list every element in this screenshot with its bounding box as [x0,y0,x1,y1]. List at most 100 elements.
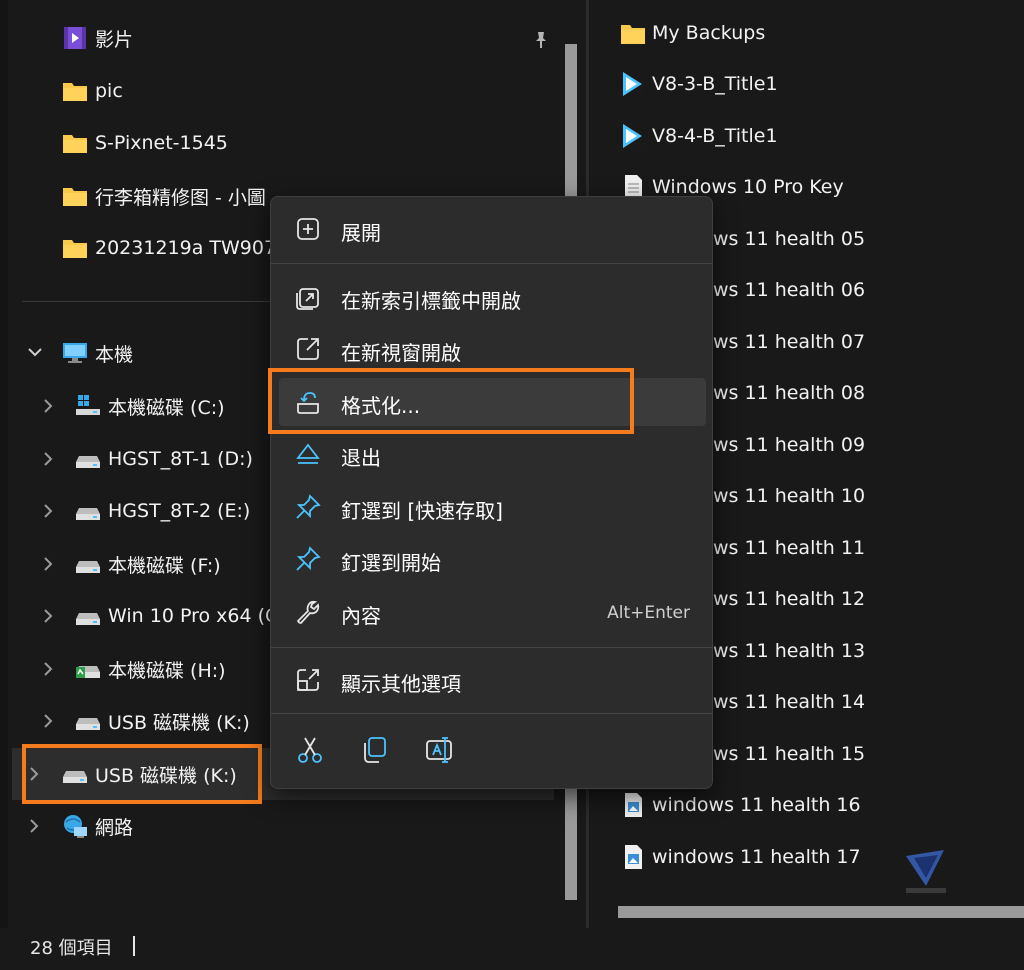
computer-icon [63,343,87,363]
cut-icon[interactable] [295,735,325,765]
nav-item-label: USB 磁碟機 (K:) [108,711,250,734]
menu-item-properties[interactable]: 內容 Alt+Enter [279,588,706,636]
file-name: ws 11 health 15 [713,743,866,765]
pin-icon [296,494,321,519]
drive-icon [76,508,100,520]
file-name: ws 11 health 06 [713,279,866,301]
chevron-right-icon[interactable] [42,661,54,677]
expand-plus-icon [297,218,319,240]
nav-item-label: 本機 [95,343,134,366]
file-name: windows 11 health 16 [652,794,861,816]
menu-item-label: 在新視窗開啟 [341,341,461,365]
chevron-right-icon[interactable] [42,556,54,572]
menu-item-shortcut: Alt+Enter [607,603,690,623]
menu-item-pin-quick-access[interactable]: 釘選到 [快速存取] [279,483,706,531]
copy-icon[interactable] [359,735,389,765]
menu-item-label: 內容 [341,604,381,628]
menu-item-label: 展開 [341,221,381,245]
video-file-icon [623,124,645,148]
folder-icon [63,135,87,153]
file-name: V8-3-B_Title1 [652,73,778,95]
menu-item-open-new-tab[interactable]: 在新索引標籤中開啟 [279,273,706,321]
file-name: ws 11 health 05 [713,228,866,250]
file-name: ws 11 health 07 [713,331,866,353]
menu-item-open-new-window[interactable]: 在新視窗開啟 [279,325,706,373]
menu-item-label: 釘選到開始 [341,551,441,575]
drive-icon [76,456,100,468]
file-name: Windows 10 Pro Key [652,176,844,198]
drive-icon [76,666,100,678]
nav-item-label: 本機磁碟 (C:) [108,396,225,419]
nav-item-label: 影片 [95,28,134,51]
file-name: ws 11 health 09 [713,434,866,456]
pin-icon[interactable] [531,30,551,50]
file-row-v8-3[interactable]: V8-3-B_Title1 [618,62,1024,106]
file-row-health-17[interactable]: windows 11 health 17 [618,835,1024,879]
pin-icon [296,546,321,571]
nav-item-label: 本機磁碟 (H:) [108,659,226,682]
file-name: My Backups [652,22,766,44]
open-new-window-icon [297,338,319,360]
menu-separator [271,263,712,264]
nav-item-label: HGST_8T-2 (E:) [108,500,251,522]
menu-item-label: 退出 [341,446,381,470]
file-name: ws 11 health 12 [713,588,866,610]
nav-item-label: HGST_8T-1 (D:) [108,448,253,470]
chevron-down-icon[interactable] [27,346,43,358]
chevron-right-icon[interactable] [42,398,54,414]
format-option-highlight [268,368,634,434]
menu-separator [271,647,712,648]
rename-icon[interactable] [425,735,455,765]
windows-drive-icon [76,395,100,415]
menu-separator [271,713,712,714]
nav-item-label: 網路 [95,816,134,839]
image-file-icon [625,845,642,869]
file-name: windows 11 health 17 [652,846,861,868]
status-divider [133,936,135,956]
chevron-right-icon[interactable] [28,818,40,834]
status-item-count: 28 個項目 [30,938,113,959]
nav-item-label: S-Pixnet-1545 [95,132,228,154]
file-row-v8-4[interactable]: V8-4-B_Title1 [618,114,1024,158]
nav-item-label: 本機磁碟 (F:) [108,554,221,577]
menu-item-pin-start[interactable]: 釘選到開始 [279,535,706,583]
file-name: ws 11 health 08 [713,382,866,404]
menu-item-eject[interactable]: 退出 [279,430,706,478]
network-icon [64,815,87,838]
chevron-right-icon[interactable] [42,451,54,467]
file-row-health-16[interactable]: windows 11 health 16 [618,783,1024,827]
menu-item-show-more[interactable]: 顯示其他選項 [279,656,706,704]
show-more-options-icon [297,669,319,691]
nav-item-label: 行李箱精修图 - 小圖 [95,186,266,209]
folder-icon [621,25,645,44]
folder-icon [63,83,87,101]
nav-item-label: pic [95,80,123,102]
drive-icon [76,561,100,573]
drive-icon [76,613,100,625]
menu-item-label: 釘選到 [快速存取] [341,499,503,523]
nav-item-videos[interactable]: 影片 [0,16,560,60]
video-file-icon [623,72,645,96]
file-list-horizontal-scrollbar[interactable] [618,906,1024,918]
file-row-my-backups[interactable]: My Backups [618,11,1024,55]
folder-icon [63,188,87,206]
nav-item-label: 20231219a TW9071 [95,237,289,259]
eject-icon [296,443,320,464]
menu-item-expand[interactable]: 展開 [279,205,706,253]
watermark-logo [906,850,946,893]
video-folder-icon [64,27,86,49]
nav-item-s-pixnet[interactable]: S-Pixnet-1545 [0,121,560,165]
file-name: ws 11 health 11 [713,537,866,559]
chevron-right-icon[interactable] [42,713,54,729]
menu-item-label: 在新索引標籤中開啟 [341,289,521,313]
selected-drive-highlight [22,744,262,804]
nav-item-network[interactable]: 網路 [0,804,560,848]
menu-item-label: 顯示其他選項 [341,672,461,696]
file-name: ws 11 health 14 [713,691,866,713]
chevron-right-icon[interactable] [42,608,54,624]
chevron-right-icon[interactable] [42,503,54,519]
usb-drive-icon [76,718,100,730]
file-name: V8-4-B_Title1 [652,125,778,147]
nav-item-pic[interactable]: pic [0,69,560,113]
wrench-icon [296,600,320,624]
